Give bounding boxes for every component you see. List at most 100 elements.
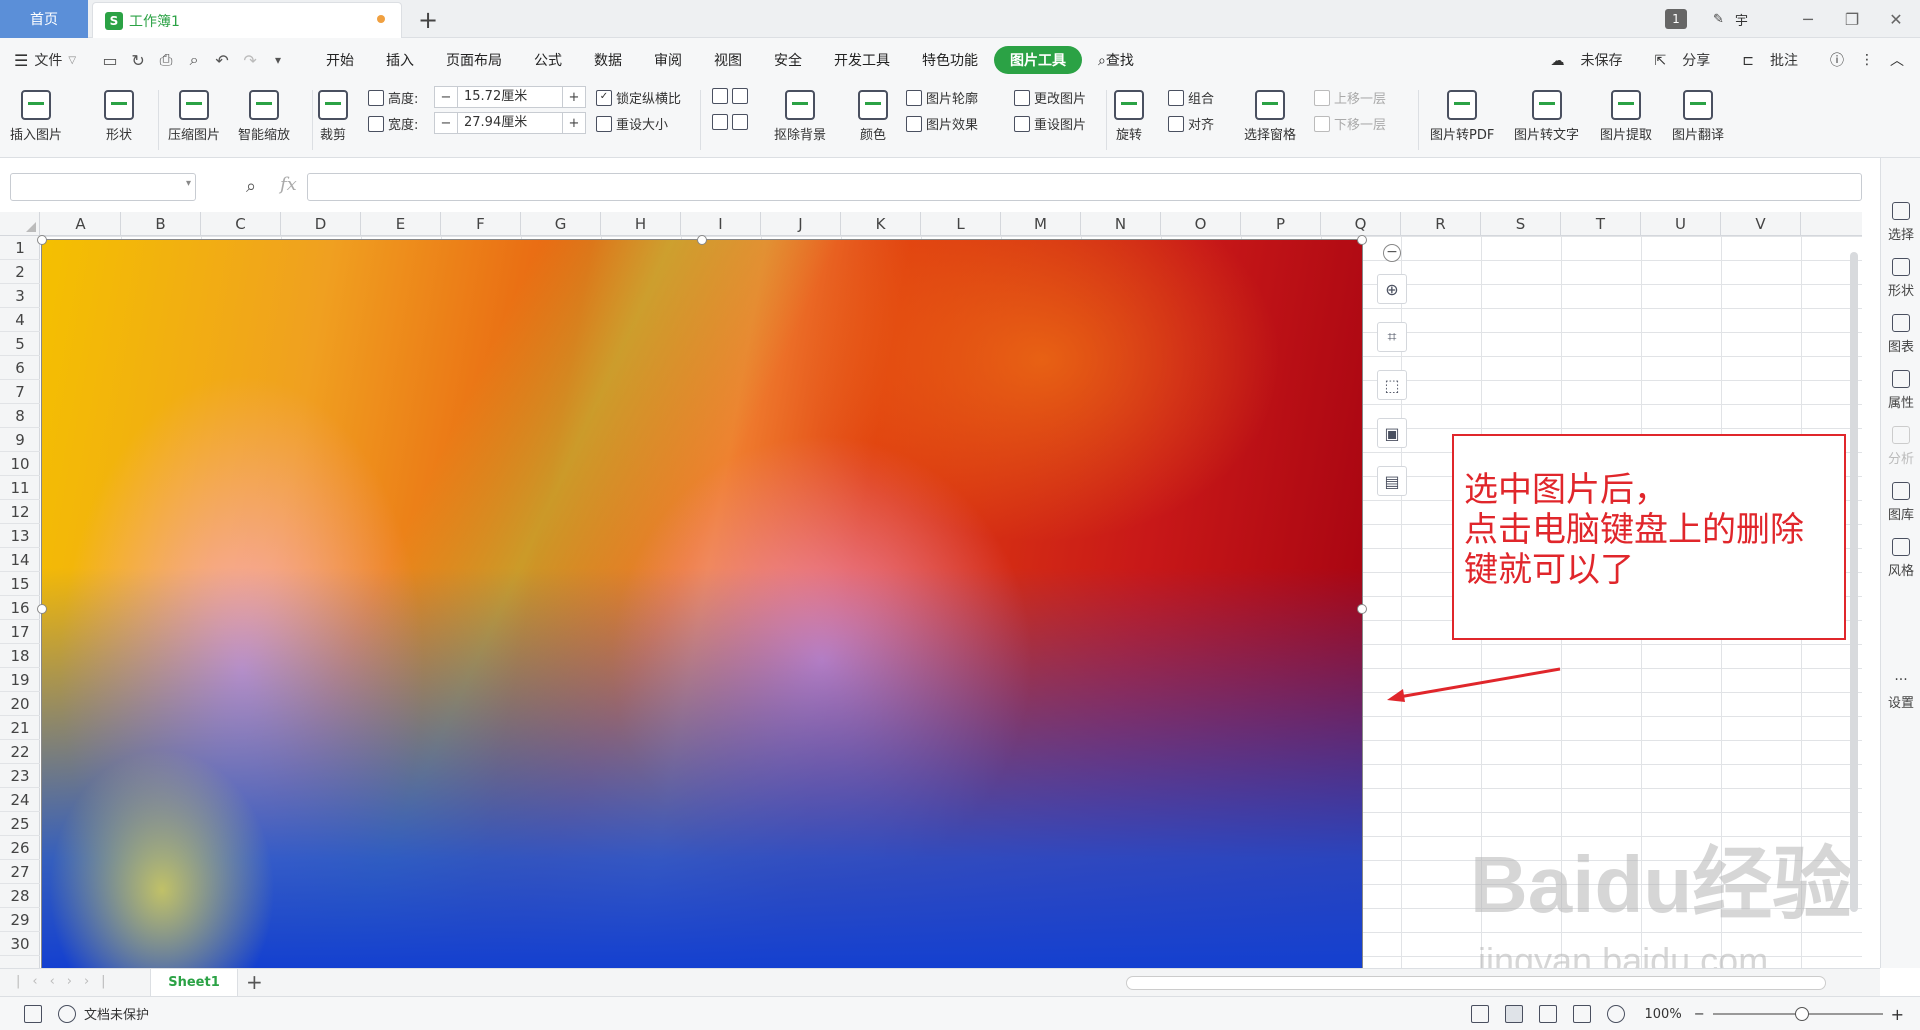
row-header[interactable]: 16: [0, 596, 40, 620]
selected-picture[interactable]: [41, 239, 1363, 969]
reset-picture-button[interactable]: 重设图片: [1014, 114, 1086, 133]
save-icon[interactable]: ▭: [99, 49, 121, 71]
rotate-button[interactable]: 旋转: [1114, 90, 1144, 143]
picture-layout-icon[interactable]: ▤: [1377, 466, 1407, 496]
insert-picture-button[interactable]: 插入图片: [10, 90, 62, 143]
row-header[interactable]: 25: [0, 812, 40, 836]
row-header[interactable]: 9: [0, 428, 40, 452]
column-header[interactable]: I: [681, 212, 761, 236]
selection-pane-button[interactable]: 选择窗格: [1244, 90, 1296, 143]
side-properties-button[interactable]: 属性: [1881, 370, 1920, 411]
row-header[interactable]: 18: [0, 644, 40, 668]
share-button[interactable]: ⇱ 分享: [1655, 50, 1727, 70]
column-header[interactable]: B: [121, 212, 201, 236]
column-header[interactable]: T: [1561, 212, 1641, 236]
select-area-icon[interactable]: ⬚: [1377, 370, 1407, 400]
column-header[interactable]: C: [201, 212, 281, 236]
picture-extract-button[interactable]: 图片提取: [1600, 90, 1652, 143]
side-style-button[interactable]: 风格: [1881, 538, 1920, 579]
rotate-left-button[interactable]: [712, 88, 752, 104]
undo-icon[interactable]: ↶: [211, 49, 233, 71]
width-value[interactable]: 27.94厘米: [457, 113, 563, 133]
collapse-ribbon-icon[interactable]: ︿: [1890, 50, 1904, 70]
row-header[interactable]: 24: [0, 788, 40, 812]
tab-picture-tools[interactable]: 图片工具: [994, 46, 1083, 74]
export-icon[interactable]: ↻: [127, 49, 149, 71]
change-picture-button[interactable]: 更改图片: [1014, 88, 1086, 107]
tab-security[interactable]: 安全: [758, 50, 818, 70]
row-header[interactable]: 20: [0, 692, 40, 716]
column-header[interactable]: O: [1161, 212, 1241, 236]
row-header[interactable]: 15: [0, 572, 40, 596]
sheet-tab[interactable]: Sheet1: [150, 969, 238, 996]
tab-formula[interactable]: 公式: [518, 50, 578, 70]
formula-input[interactable]: [307, 173, 1862, 201]
row-header[interactable]: 6: [0, 356, 40, 380]
macro-icon[interactable]: [24, 1004, 42, 1023]
column-header[interactable]: E: [361, 212, 441, 236]
lock-ratio-checkbox[interactable]: ✓ 锁定纵横比: [596, 88, 681, 107]
rotate-right-button[interactable]: [712, 114, 752, 130]
row-header[interactable]: 2: [0, 260, 40, 284]
remove-background-button[interactable]: 抠除背景: [774, 90, 826, 143]
picture-effects-button[interactable]: 图片效果: [906, 114, 978, 133]
tab-page-layout[interactable]: 页面布局: [430, 50, 518, 70]
width-stepper[interactable]: − 27.94厘米 +: [434, 112, 586, 134]
picture-outline-button[interactable]: 图片轮廓: [906, 88, 978, 107]
print-preview-icon[interactable]: ⌕: [183, 49, 205, 71]
unsaved-button[interactable]: ☁ 未保存: [1551, 50, 1639, 70]
horizontal-scrollbar[interactable]: [1126, 976, 1826, 990]
protect-status[interactable]: 文档未保护: [84, 1004, 149, 1023]
picture-translate-button[interactable]: 图片翻译: [1672, 90, 1724, 143]
row-header[interactable]: 10: [0, 452, 40, 476]
row-header[interactable]: 7: [0, 380, 40, 404]
name-box[interactable]: [10, 173, 196, 201]
height-decrease-button[interactable]: −: [435, 90, 457, 105]
row-header[interactable]: 3: [0, 284, 40, 308]
user-account[interactable]: ✎ 宇: [1713, 10, 1748, 29]
height-increase-button[interactable]: +: [563, 90, 585, 105]
crop-icon[interactable]: ⌗: [1377, 322, 1407, 352]
column-header[interactable]: J: [761, 212, 841, 236]
bring-forward-button[interactable]: 上移一层: [1314, 88, 1386, 107]
help-icon[interactable]: ⓘ: [1830, 50, 1844, 70]
shape-button[interactable]: 形状: [104, 90, 134, 143]
eye-protection-icon[interactable]: [1606, 1005, 1625, 1023]
file-menu[interactable]: ☰ 文件 ▽: [0, 50, 90, 70]
column-header[interactable]: K: [841, 212, 921, 236]
collapse-toolbar-icon[interactable]: −: [1383, 244, 1401, 262]
zoom-level[interactable]: 100%: [1645, 1007, 1682, 1022]
tab-insert[interactable]: 插入: [370, 50, 430, 70]
tab-start[interactable]: 开始: [310, 50, 370, 70]
resize-handle[interactable]: [37, 235, 47, 245]
add-sheet-button[interactable]: +: [246, 970, 263, 994]
comment-button[interactable]: ⊏ 批注: [1742, 50, 1814, 70]
more-icon[interactable]: ⋮: [1860, 52, 1874, 68]
minimize-button[interactable]: ─: [1788, 10, 1828, 29]
tab-view[interactable]: 视图: [698, 50, 758, 70]
zoom-icon[interactable]: ⌕: [246, 176, 256, 197]
row-header[interactable]: 12: [0, 500, 40, 524]
tab-document[interactable]: S 工作簿1: [92, 2, 402, 38]
column-header[interactable]: L: [921, 212, 1001, 236]
row-header[interactable]: 28: [0, 884, 40, 908]
sheet-nav-arrows-icon[interactable]: |‹‹››|: [16, 974, 118, 989]
new-tab-button[interactable]: +: [418, 6, 438, 34]
zoom-out-icon[interactable]: −: [1694, 1007, 1705, 1022]
redo-icon[interactable]: ↷: [239, 49, 261, 71]
width-decrease-button[interactable]: −: [435, 116, 457, 131]
column-header[interactable]: M: [1001, 212, 1081, 236]
fullscreen-icon[interactable]: [1470, 1005, 1489, 1023]
column-header[interactable]: G: [521, 212, 601, 236]
resize-handle[interactable]: [1357, 604, 1367, 614]
side-analysis-button[interactable]: 分析: [1881, 426, 1920, 467]
picture-to-text-button[interactable]: 图片转文字: [1514, 90, 1579, 143]
scroll-thumb[interactable]: [1850, 252, 1858, 912]
page-break-icon[interactable]: [1538, 1005, 1557, 1023]
normal-view-icon[interactable]: [1504, 1005, 1523, 1023]
picture-to-pdf-button[interactable]: 图片转PDF: [1430, 90, 1494, 143]
height-stepper[interactable]: − 15.72厘米 +: [434, 86, 586, 108]
row-header[interactable]: 29: [0, 908, 40, 932]
row-header[interactable]: 21: [0, 716, 40, 740]
close-button[interactable]: ✕: [1876, 10, 1916, 29]
